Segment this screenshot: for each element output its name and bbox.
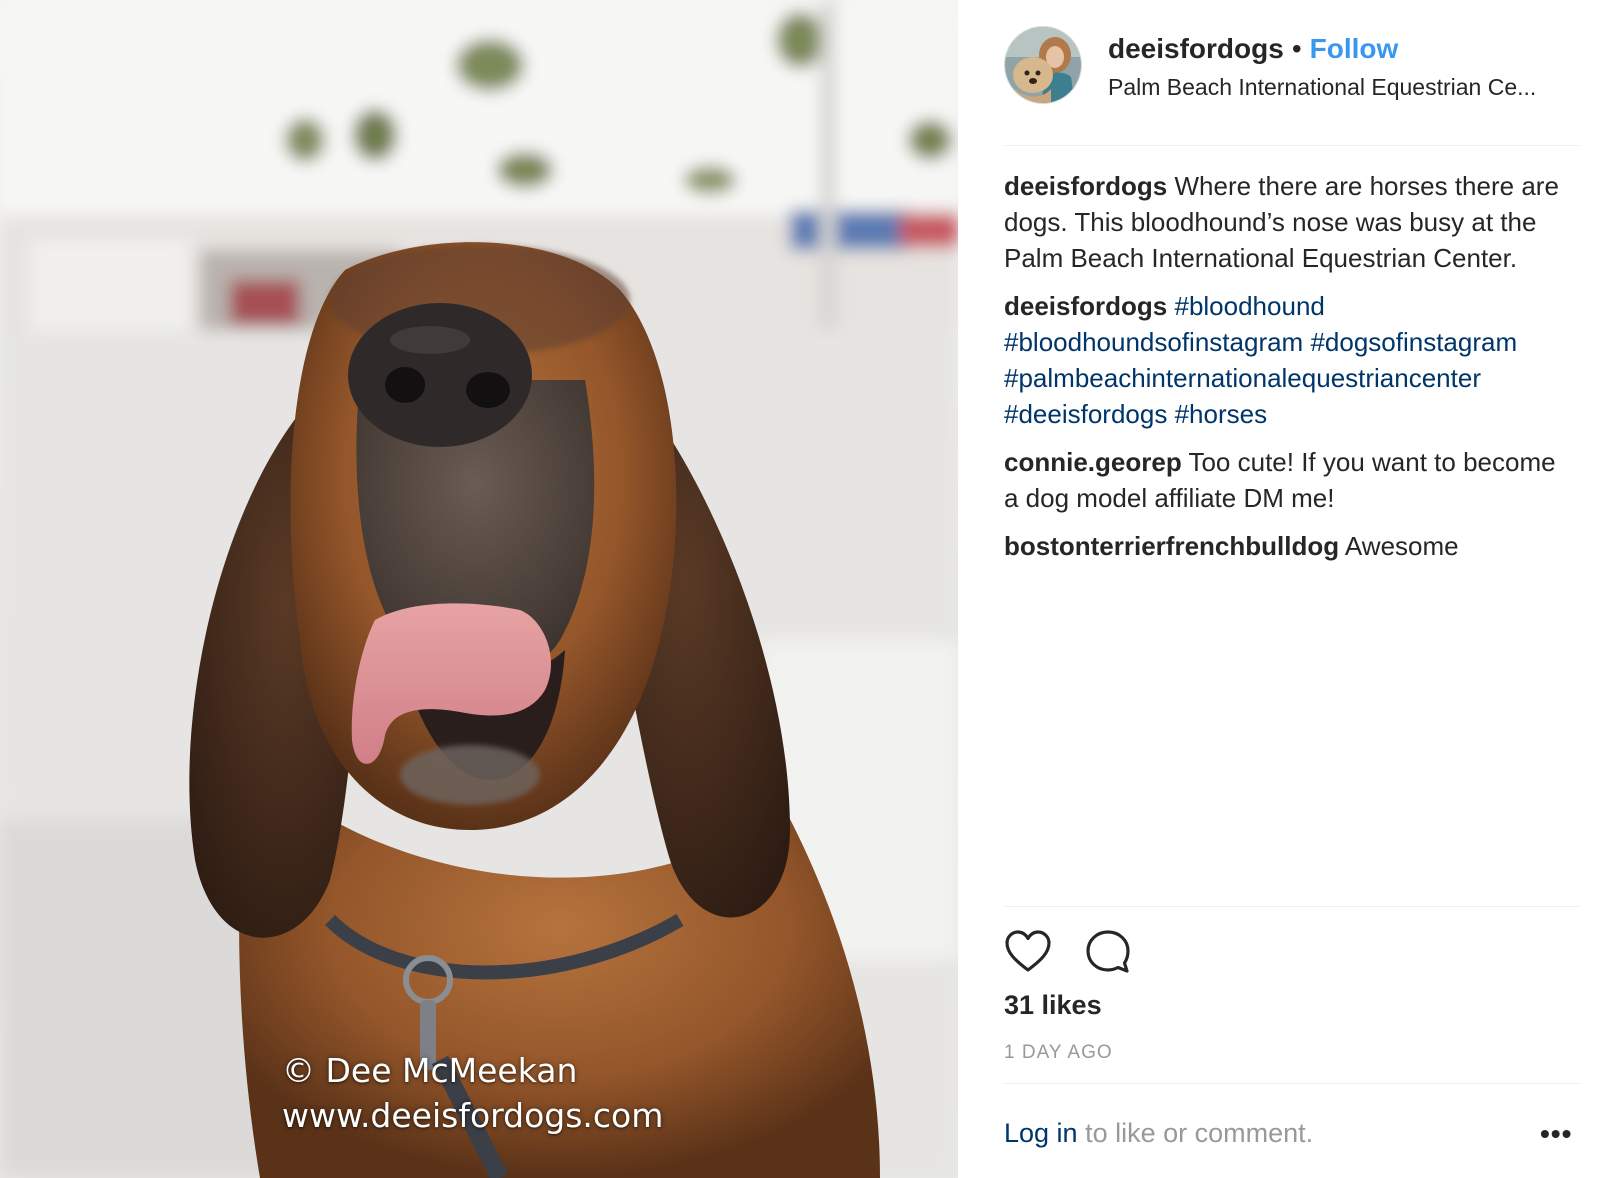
avatar[interactable] — [1004, 26, 1082, 104]
more-options-icon[interactable]: ••• — [1540, 1120, 1572, 1148]
login-link[interactable]: Log in — [1004, 1118, 1078, 1148]
likes-count[interactable]: 31 likes — [1004, 988, 1102, 1022]
avatar-image — [1005, 27, 1081, 103]
bloodhound-photo — [0, 0, 958, 1178]
post-photo[interactable]: © Dee McMeekan www.deeisfordogs.com — [0, 0, 958, 1178]
header-user-line: deeisfordogs • Follow — [1108, 32, 1398, 66]
action-bar — [1004, 928, 1164, 976]
hashtag-link[interactable]: #deeisfordogs — [1004, 399, 1167, 429]
caption-comment: deeisfordogs Where there are horses ther… — [1004, 168, 1574, 276]
post-header: deeisfordogs • Follow Palm Beach Internati… — [1004, 26, 1564, 108]
hashtag-link[interactable]: #palmbeachinternationalequestriancenter — [1004, 363, 1481, 393]
hashtags-comment: deeisfordogs #bloodhound #bloodhoundsofi… — [1004, 288, 1574, 432]
comment-text: Awesome — [1344, 531, 1459, 561]
watermark-url: www.deeisfordogs.com — [282, 1096, 664, 1135]
hashtag-link[interactable]: #bloodhoundsofinstagram — [1004, 327, 1303, 357]
heart-icon[interactable] — [1004, 928, 1052, 976]
footer-divider — [1004, 1083, 1580, 1084]
header-separator: • — [1291, 33, 1302, 64]
comment-item: bostonterrierfrenchbulldog Awesome — [1004, 528, 1574, 564]
header-divider — [1004, 145, 1580, 146]
comment-username[interactable]: deeisfordogs — [1004, 171, 1167, 201]
comment-username[interactable]: connie.georep — [1004, 447, 1182, 477]
login-prompt: Log in to like or comment. — [1004, 1116, 1313, 1150]
hashtag-link[interactable]: #bloodhound — [1174, 291, 1324, 321]
post-timestamp: 1 DAY AGO — [1004, 1042, 1113, 1063]
hashtag-link[interactable]: #dogsofinstagram — [1310, 327, 1517, 357]
actions-divider — [1004, 906, 1580, 907]
login-prompt-text: to like or comment. — [1077, 1118, 1314, 1148]
post-panel: deeisfordogs • Follow Palm Beach Internati… — [958, 0, 1616, 1178]
comment-bubble-icon[interactable] — [1084, 928, 1132, 976]
comment-username[interactable]: deeisfordogs — [1004, 291, 1167, 321]
comment-username[interactable]: bostonterrierfrenchbulldog — [1004, 531, 1339, 561]
comment-item: connie.georep Too cute! If you want to b… — [1004, 444, 1574, 516]
header-username[interactable]: deeisfordogs — [1108, 33, 1284, 64]
comments-list: deeisfordogs Where there are horses ther… — [1004, 168, 1574, 576]
hashtag-link[interactable]: #horses — [1175, 399, 1268, 429]
photo-watermark: © Dee McMeekan www.deeisfordogs.com — [282, 1048, 663, 1138]
watermark-copyright: © Dee McMeekan — [282, 1051, 578, 1090]
location-link[interactable]: Palm Beach International Equestrian Ce..… — [1108, 72, 1568, 102]
follow-button[interactable]: Follow — [1310, 33, 1399, 64]
